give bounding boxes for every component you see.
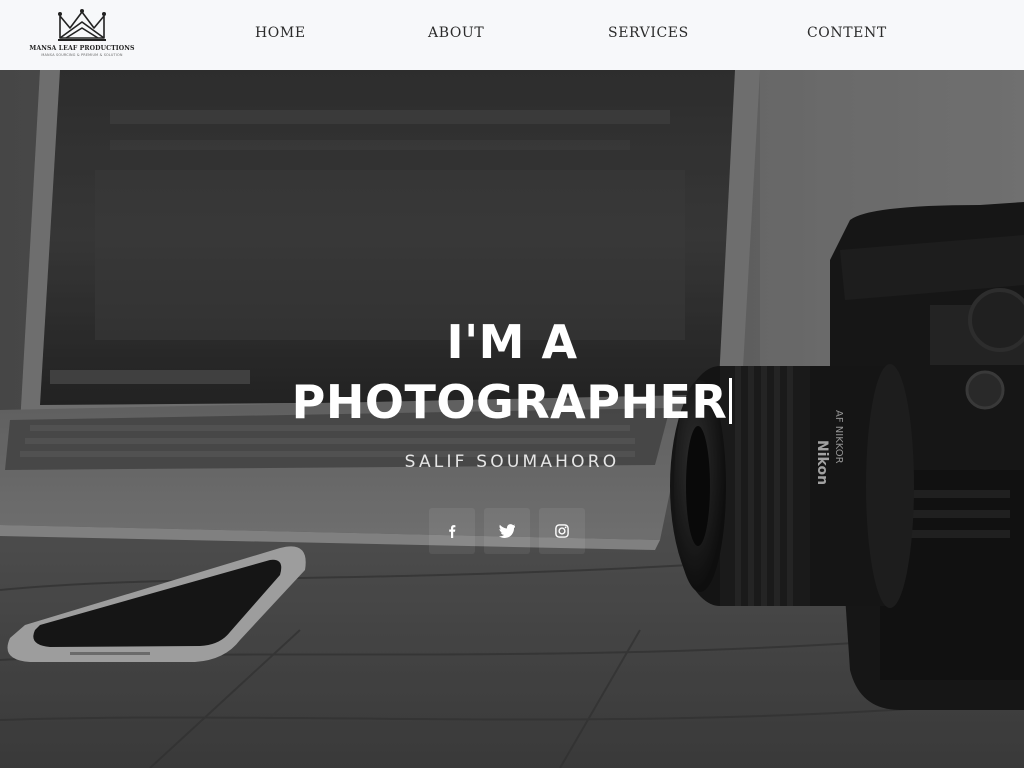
brand-name: MANSA LEAF PRODUCTIONS bbox=[29, 45, 135, 52]
hero-headline: I'M A PHOTOGRAPHER bbox=[0, 312, 1024, 432]
twitter-icon bbox=[499, 524, 515, 538]
facebook-link[interactable] bbox=[429, 508, 475, 554]
nav-home[interactable]: HOME bbox=[255, 25, 306, 41]
instagram-icon bbox=[555, 524, 569, 538]
instagram-link[interactable] bbox=[539, 508, 585, 554]
hero-headline-role: PHOTOGRAPHER bbox=[291, 375, 728, 429]
nav-services[interactable]: SERVICES bbox=[608, 25, 689, 41]
hero-headline-line2: PHOTOGRAPHER bbox=[0, 372, 1024, 432]
nav-content[interactable]: CONTENT bbox=[807, 25, 887, 41]
hero-name: SALIF SOUMAHORO bbox=[404, 452, 620, 472]
facebook-icon bbox=[449, 525, 456, 538]
navbar: MANSA LEAF PRODUCTIONS MANSA SOURCING & … bbox=[0, 0, 1024, 70]
nav-about[interactable]: ABOUT bbox=[428, 25, 484, 41]
twitter-link[interactable] bbox=[484, 508, 530, 554]
brand-tagline: MANSA SOURCING & PREMIUM & SOLUTION bbox=[41, 53, 123, 57]
crown-logo-icon bbox=[58, 9, 106, 41]
typing-cursor bbox=[729, 378, 733, 424]
hero-headline-line1: I'M A bbox=[446, 315, 578, 369]
brand-logo[interactable]: MANSA LEAF PRODUCTIONS MANSA SOURCING & … bbox=[26, 8, 138, 64]
